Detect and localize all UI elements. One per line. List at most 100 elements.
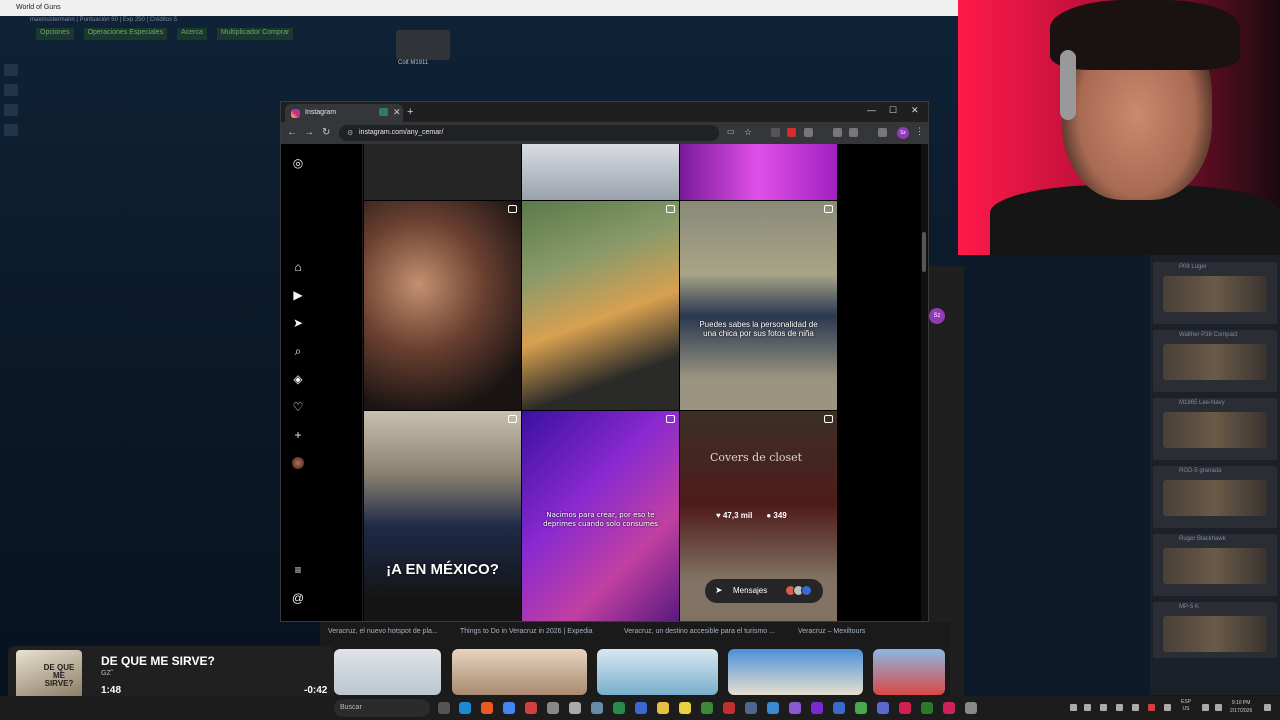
app-icon[interactable]	[569, 702, 581, 714]
scrollbar[interactable]	[921, 144, 928, 621]
home-icon[interactable]: ⌂	[291, 260, 305, 274]
app-icon[interactable]	[745, 702, 757, 714]
app-icon[interactable]	[701, 702, 713, 714]
create-plus-icon[interactable]: +	[291, 428, 305, 442]
direct-message-icon[interactable]: ➤	[291, 316, 305, 330]
url-input[interactable]: ⚙ instagram.com/any_cemar/	[339, 125, 719, 141]
tray-icon[interactable]	[1116, 704, 1123, 711]
minimize-icon[interactable]: —	[867, 105, 876, 115]
messages-button[interactable]: ➤ Mensajes	[705, 579, 823, 603]
tray-chevron-icon[interactable]	[1070, 704, 1077, 711]
game-side-icon[interactable]	[4, 64, 18, 76]
search-icon[interactable]: ⌕	[291, 344, 305, 358]
extension-icon[interactable]	[787, 128, 796, 137]
profile-avatar[interactable]: Sz	[897, 127, 909, 139]
app-icon[interactable]	[965, 702, 977, 714]
app-icon[interactable]	[811, 702, 823, 714]
close-icon[interactable]: ✕	[393, 107, 401, 118]
wifi-icon[interactable]	[1202, 704, 1209, 711]
result-map-thumbnail[interactable]	[597, 649, 718, 695]
microphone-icon[interactable]	[1164, 704, 1171, 711]
instagram-logo-icon[interactable]: ◎	[291, 156, 305, 170]
app-icon[interactable]	[613, 702, 625, 714]
app-icon[interactable]	[855, 702, 867, 714]
settings-icon[interactable]	[591, 702, 603, 714]
cast-icon[interactable]: ▭	[727, 127, 735, 136]
reels-icon[interactable]: ▶	[291, 288, 305, 302]
game-side-icon[interactable]	[4, 124, 18, 136]
game-menu-special-ops[interactable]: Operaciones Especiales	[83, 28, 168, 40]
app-icon[interactable]	[547, 702, 559, 714]
app-icon[interactable]	[723, 702, 735, 714]
app-icon[interactable]	[789, 702, 801, 714]
tab-instagram[interactable]: Instagram ✕	[285, 104, 403, 122]
app-icon[interactable]	[767, 702, 779, 714]
notifications-heart-icon[interactable]: ♡	[291, 400, 305, 414]
extensions-puzzle-icon[interactable]	[804, 128, 813, 137]
result-map-thumbnail[interactable]	[334, 649, 441, 695]
reload-icon[interactable]: ↻	[322, 127, 330, 138]
weapon-card[interactable]: Ruger Blackhawk	[1153, 534, 1277, 596]
background-profile-avatar[interactable]: Sz	[929, 308, 945, 324]
post-thumbnail[interactable]	[364, 144, 521, 200]
split-view-icon[interactable]	[833, 128, 842, 137]
weapon-card[interactable]: Walther P38 Compact	[1153, 330, 1277, 392]
weapon-card[interactable]: M1865 Lee-Navy	[1153, 398, 1277, 460]
app-icon[interactable]	[899, 702, 911, 714]
post-thumbnail[interactable]: ¡A EN MÉXICO?	[364, 411, 521, 621]
weapon-card[interactable]: P08 Luger	[1153, 262, 1277, 324]
back-icon[interactable]: ←	[287, 127, 297, 138]
taskbar-search[interactable]: Buscar	[334, 699, 430, 717]
app-icon[interactable]	[525, 702, 537, 714]
tray-icon[interactable]	[1100, 704, 1107, 711]
app-icon[interactable]	[679, 702, 691, 714]
speaker-icon[interactable]	[1215, 704, 1222, 711]
post-thumbnail[interactable]	[522, 144, 679, 200]
game-side-icon[interactable]	[4, 104, 18, 116]
bookmark-star-icon[interactable]: ☆	[744, 127, 752, 138]
profile-avatar-icon[interactable]	[292, 457, 304, 469]
post-thumbnail[interactable]	[364, 201, 521, 410]
scrollbar-thumb[interactable]	[922, 232, 926, 272]
result-title[interactable]: Veracruz, el nuevo hotspot de pla...	[328, 628, 438, 635]
clock[interactable]: 9:10 PM 2/17/2026	[1230, 699, 1252, 715]
explore-icon[interactable]: ◈	[291, 372, 305, 386]
tray-icon[interactable]	[1084, 704, 1091, 711]
result-title[interactable]: Veracruz – Mexiltours	[798, 628, 865, 635]
post-thumbnail[interactable]	[680, 144, 837, 200]
game-menu-about[interactable]: Acerca	[177, 28, 207, 40]
file-explorer-icon[interactable]	[657, 702, 669, 714]
app-icon[interactable]	[921, 702, 933, 714]
post-thumbnail[interactable]: Nacimos para crear, por eso te deprimes …	[522, 411, 679, 621]
result-map-thumbnail[interactable]	[873, 649, 945, 695]
result-image-thumbnail[interactable]	[452, 649, 587, 695]
post-thumbnail[interactable]	[522, 201, 679, 410]
site-info-icon[interactable]: ⚙	[347, 129, 353, 137]
tray-icon[interactable]	[1148, 704, 1155, 711]
app-icon[interactable]	[635, 702, 647, 714]
post-thumbnail[interactable]: Puedes sabes la personalidad de una chic…	[680, 201, 837, 410]
app-icon[interactable]	[943, 702, 955, 714]
volume-icon[interactable]	[1132, 704, 1139, 711]
chrome-icon[interactable]	[503, 702, 515, 714]
app-icon[interactable]	[833, 702, 845, 714]
new-tab-button[interactable]: +	[407, 106, 413, 118]
more-menu-icon[interactable]: ⋮	[915, 126, 924, 137]
weapon-card[interactable]: MP-5 K	[1153, 602, 1277, 658]
brave-icon[interactable]	[481, 702, 493, 714]
game-menu-options[interactable]: Opciones	[36, 28, 74, 40]
game-side-icon[interactable]	[4, 84, 18, 96]
weapon-card[interactable]: RGD-5 granada	[1153, 466, 1277, 528]
edge-icon[interactable]	[459, 702, 471, 714]
task-view-icon[interactable]	[438, 702, 450, 714]
notifications-icon[interactable]	[1264, 704, 1271, 711]
extension-icon[interactable]	[771, 128, 780, 137]
language-indicator[interactable]: ESP US	[1181, 699, 1191, 713]
threads-icon[interactable]: @	[291, 591, 305, 605]
result-image-thumbnail[interactable]	[728, 649, 863, 695]
result-title[interactable]: Things to Do in Veracruz in 2026 | Exped…	[460, 628, 593, 635]
discord-icon[interactable]	[877, 702, 889, 714]
close-window-icon[interactable]: ✕	[911, 105, 919, 116]
maximize-icon[interactable]: ☐	[889, 105, 897, 116]
result-title[interactable]: Veracruz, un destino accesible para el t…	[624, 628, 775, 635]
